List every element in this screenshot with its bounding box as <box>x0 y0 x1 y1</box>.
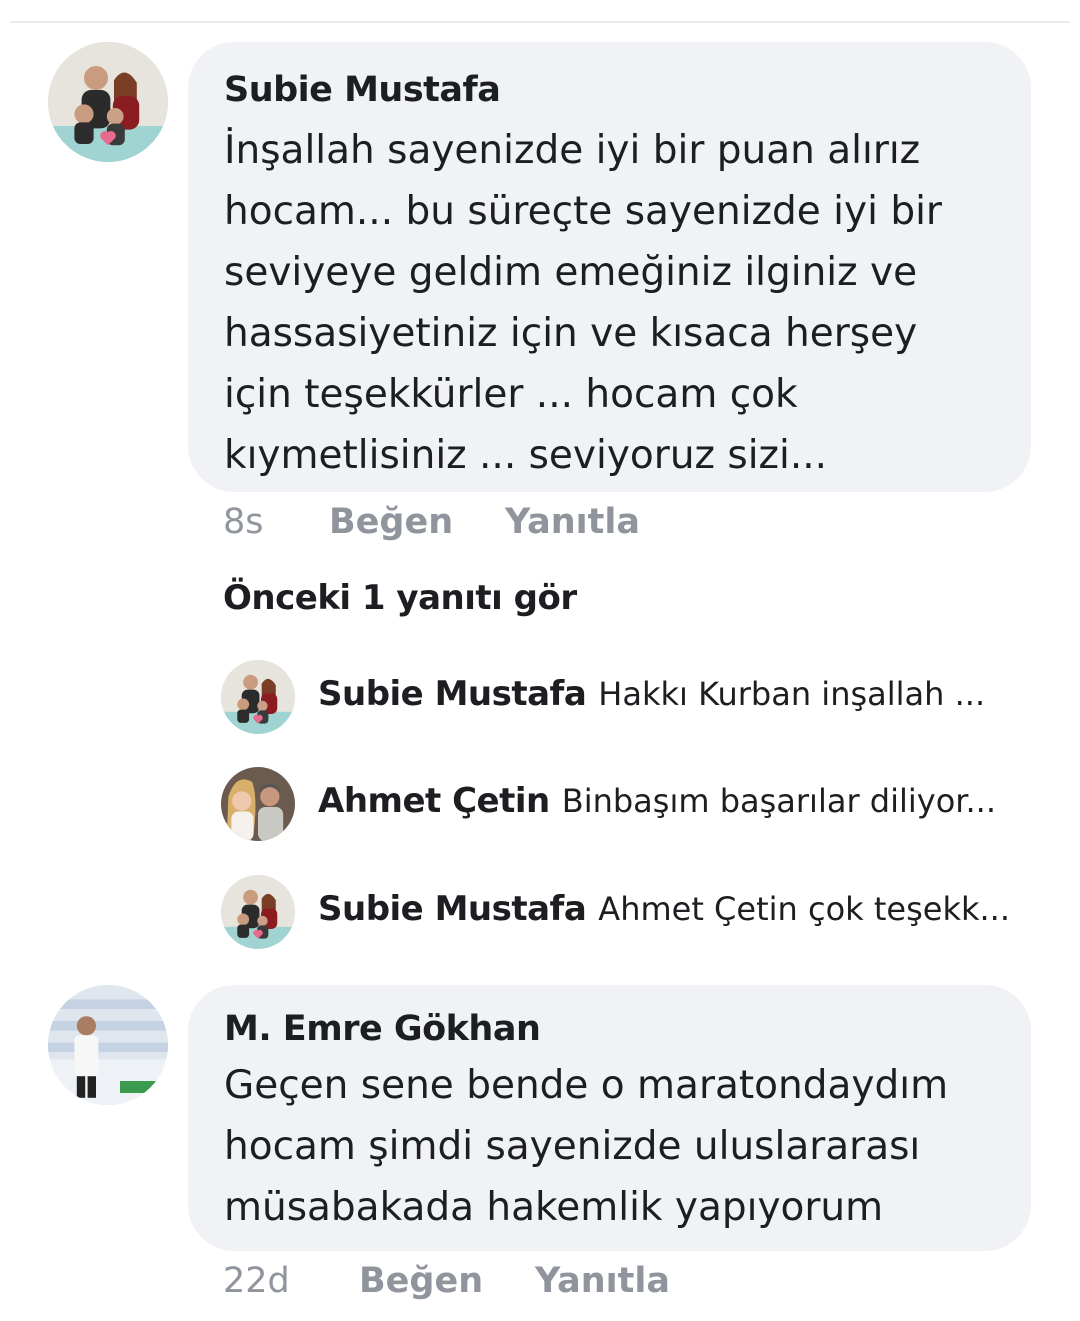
reply-item[interactable]: Ahmet Çetin Binbaşım başarılar diliyor... <box>221 767 1071 841</box>
reply-summary: Subie Mustafa Hakkı Kurban inşallah ... <box>318 674 985 714</box>
reply-snippet: Hakkı Kurban inşallah ... <box>598 675 986 713</box>
comment-text-line: İnşallah sayenizde iyi bir puan alırız <box>224 128 921 173</box>
comment-text: Geçen sene bende o maratondaydım hocam ş… <box>224 1055 948 1238</box>
comment-text-line: hocam şimdi sayenizde uluslararası <box>224 1124 921 1169</box>
couple-photo-avatar[interactable] <box>221 767 295 841</box>
top-divider <box>10 21 1070 23</box>
comment-bubble: Subie Mustafa İnşallah sayenizde iyi bir… <box>188 42 1031 492</box>
reply-item[interactable]: Subie Mustafa Hakkı Kurban inşallah ... <box>221 660 1071 734</box>
view-previous-replies-link[interactable]: Önceki 1 yanıtı gör <box>223 578 577 618</box>
comment-text-line: hassasiyetiniz için ve kısaca herşey <box>224 311 918 356</box>
reply-author[interactable]: Subie Mustafa <box>318 674 587 714</box>
comment-text-line: müsabakada hakemlik yapıyorum <box>224 1185 884 1230</box>
wrestling-championship-avatar[interactable] <box>48 985 168 1105</box>
reply-snippet: Ahmet Çetin çok teşekk... <box>598 890 1011 928</box>
reply-author[interactable]: Subie Mustafa <box>318 889 587 929</box>
comment-timestamp[interactable]: 8s <box>223 502 264 542</box>
comment-author[interactable]: Subie Mustafa <box>224 70 501 110</box>
comment-text-line: seviyeye geldim emeğiniz ilginiz ve <box>224 250 918 295</box>
comment-text-line: hocam... bu süreçte sayenizde iyi bir <box>224 189 942 234</box>
comment-bubble: M. Emre Gökhan Geçen sene bende o marato… <box>188 985 1031 1251</box>
comment-text-line: kıymetlisiniz ... seviyoruz sizi... <box>224 433 828 478</box>
comment-text-line: için teşekkürler ... hocam çok <box>224 372 798 417</box>
family-photo-avatar[interactable] <box>221 875 295 949</box>
reply-summary: Ahmet Çetin Binbaşım başarılar diliyor... <box>318 781 996 821</box>
reply-snippet: Binbaşım başarılar diliyor... <box>561 782 996 820</box>
comment-timestamp[interactable]: 22d <box>223 1261 290 1301</box>
comment-text-line: Geçen sene bende o maratondaydım <box>224 1063 949 1108</box>
family-photo-avatar[interactable] <box>48 42 168 162</box>
reply-summary: Subie Mustafa Ahmet Çetin çok teşekk... <box>318 889 1010 929</box>
reply-author[interactable]: Ahmet Çetin <box>318 781 550 821</box>
like-button[interactable]: Beğen <box>359 1261 483 1301</box>
reply-button[interactable]: Yanıtla <box>535 1261 670 1301</box>
reply-item[interactable]: Subie Mustafa Ahmet Çetin çok teşekk... <box>221 875 1071 949</box>
like-button[interactable]: Beğen <box>329 502 453 542</box>
comment-text: İnşallah sayenizde iyi bir puan alırız h… <box>224 120 942 486</box>
comment-author[interactable]: M. Emre Gökhan <box>224 1009 541 1049</box>
family-photo-avatar[interactable] <box>221 660 295 734</box>
reply-button[interactable]: Yanıtla <box>505 502 640 542</box>
